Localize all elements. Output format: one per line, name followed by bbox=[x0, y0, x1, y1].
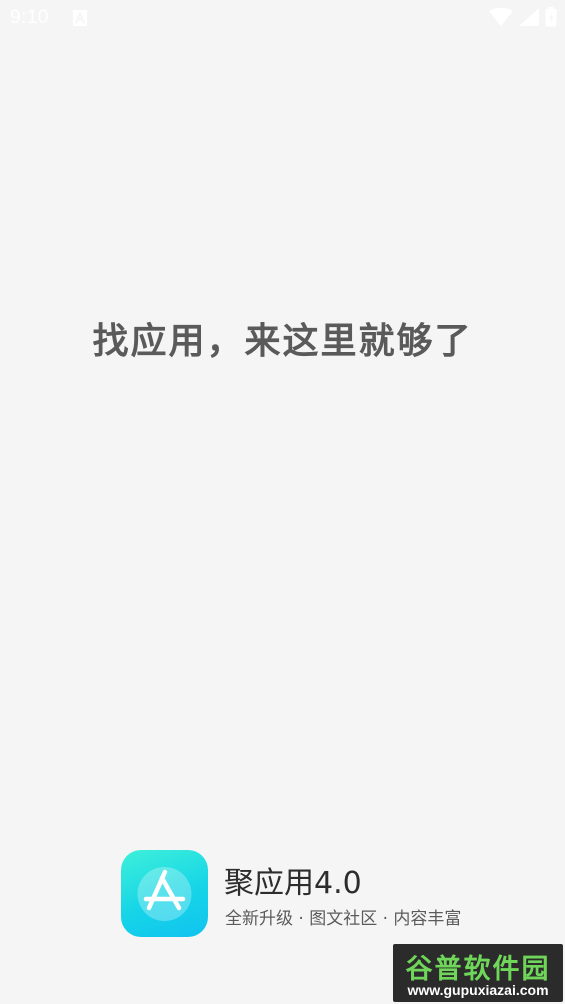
splash-slogan: 找应用，来这里就够了 bbox=[92, 321, 473, 362]
status-indicators bbox=[489, 7, 557, 31]
status-bar: 9:10 bbox=[0, 0, 565, 38]
app-tagline: 全新升级 · 图文社区 · 内容丰富 bbox=[225, 909, 462, 929]
wifi-icon bbox=[489, 7, 513, 30]
cell-signal-icon bbox=[519, 8, 539, 30]
app-store-icon bbox=[121, 850, 208, 937]
battery-icon bbox=[545, 7, 557, 31]
font-a-icon bbox=[73, 10, 87, 26]
watermark-url: www.gupuxiazai.com bbox=[407, 982, 549, 998]
site-watermark: 谷普软件园 www.gupuxiazai.com bbox=[393, 944, 563, 1002]
status-time: 9:10 bbox=[10, 7, 49, 28]
app-name: 聚应用4.0 bbox=[224, 866, 362, 901]
watermark-title: 谷普软件园 bbox=[405, 954, 551, 985]
